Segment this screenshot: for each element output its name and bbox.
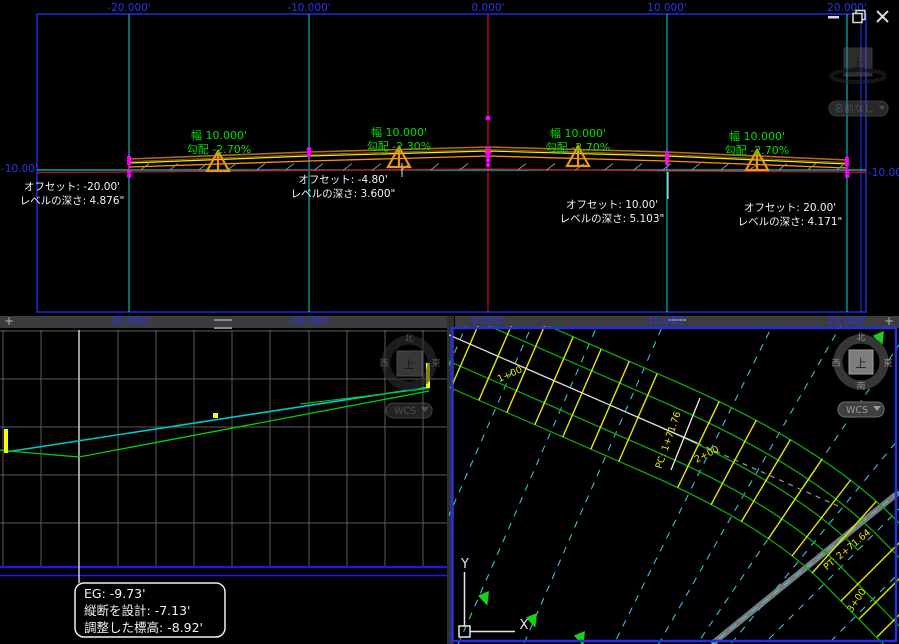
width-label: 幅 10.000' bbox=[729, 130, 785, 143]
slope-label: 勾配 -2.30% bbox=[367, 140, 431, 153]
section-viewcube[interactable]: 上 bbox=[829, 47, 887, 84]
civil3d-section-editor: + + -20.000' -10.000' 0.000' 10.000' 20.… bbox=[0, 0, 899, 644]
viewcube-top-face: 上 bbox=[856, 357, 867, 370]
viewcube-south-label: 南 bbox=[856, 380, 865, 392]
viewcube-north-label: 北 bbox=[404, 333, 413, 344]
depth-label: レベルの深さ: 4.171" bbox=[738, 216, 843, 228]
offset-label: オフセット: 10.00' bbox=[566, 199, 658, 211]
width-label: 幅 10.000' bbox=[550, 127, 606, 140]
ucs-x-label: X bbox=[520, 618, 529, 633]
offset-label: オフセット: -4.80' bbox=[298, 174, 387, 186]
station-label: PC: 1+71.76 bbox=[654, 410, 684, 470]
offset-depth-annotations: オフセット: -20.00' レベルの深さ: 4.876" オフセット: -4.… bbox=[20, 174, 843, 228]
slope-label: 勾配 -2.70% bbox=[546, 141, 610, 154]
ruler-label: -20.000' bbox=[107, 315, 150, 327]
view-selector-label: 名前なし bbox=[834, 102, 874, 115]
viewcube-north-label: 北 bbox=[856, 332, 865, 343]
offset-label: オフセット: 20.00' bbox=[744, 202, 836, 214]
width-label: 幅 10.000' bbox=[371, 126, 427, 139]
station-label: 3+00 bbox=[845, 587, 869, 615]
offset-label: オフセット: -20.00' bbox=[24, 181, 120, 193]
slope-label: 勾配 -2.70% bbox=[725, 144, 789, 157]
ucs-y-label: Y bbox=[460, 557, 469, 572]
label-leader-lines bbox=[401, 163, 669, 199]
ucs-icon: Y X bbox=[458, 557, 529, 638]
elevation-tooltip: EG: -9.73' 縦断を設計: -7.13' 調整した標高: -8.92' bbox=[74, 582, 226, 638]
profile-viewport[interactable]: 上 北 西 東 WCS EG: -9.73' 縦断を設計: -7.13' 調整し… bbox=[0, 328, 448, 644]
viewcube-west-label: 西 bbox=[379, 358, 388, 369]
slope-label: 勾配 -2.70% bbox=[187, 143, 251, 156]
plan-wcs-dropdown[interactable]: WCS bbox=[837, 401, 885, 418]
depth-label: レベルの深さ: 5.103" bbox=[560, 213, 665, 225]
left-elevation-label: -10.00' bbox=[1, 163, 38, 175]
flow-direction-arrows bbox=[477, 331, 884, 644]
ruler-label: 0.000' bbox=[472, 2, 505, 14]
section-viewport[interactable]: -20.000' -10.000' 0.000' 10.000' 20.000'… bbox=[0, 0, 899, 330]
section-frame bbox=[36, 13, 867, 313]
ruler-label: -10.000' bbox=[287, 315, 330, 327]
view-selector-dropdown[interactable]: 名前なし bbox=[828, 100, 889, 117]
alignment-tangent bbox=[449, 334, 839, 507]
section-ruler-top: -20.000' -10.000' 0.000' 10.000' 20.000' bbox=[107, 2, 867, 14]
viewcube-east-label: 東 bbox=[431, 357, 440, 369]
ruler-label: 10.000' bbox=[647, 2, 687, 14]
profile-station-markers[interactable] bbox=[4, 363, 430, 453]
profile-datum-axis bbox=[0, 565, 447, 577]
minimize-button[interactable] bbox=[828, 16, 839, 19]
tooltip-design-value: 縦断を設計: -7.13' bbox=[84, 603, 190, 618]
viewcube-west-label: 西 bbox=[831, 358, 840, 369]
close-button[interactable] bbox=[876, 10, 889, 23]
profile-viewcube[interactable]: 上 北 西 東 bbox=[379, 333, 441, 391]
viewcube-top-face: 上 bbox=[404, 358, 415, 371]
plan-viewcube[interactable]: 上 北 南 西 東 bbox=[831, 332, 892, 392]
ruler-label: -20.000' bbox=[107, 2, 150, 14]
profile-lines bbox=[0, 386, 430, 458]
viewcube-east-label: 東 bbox=[883, 357, 892, 369]
depth-label: レベルの深さ: 4.876" bbox=[20, 195, 125, 207]
tooltip-eg-value: EG: -9.73' bbox=[84, 586, 146, 601]
right-elevation-label: -10.00' bbox=[868, 167, 899, 179]
wcs-label: WCS bbox=[394, 406, 416, 417]
width-label: 幅 10.000' bbox=[191, 129, 247, 142]
next-tangent-line bbox=[710, 489, 899, 644]
ruler-label: -10.000' bbox=[287, 2, 330, 14]
profile-wcs-dropdown[interactable]: WCS bbox=[385, 402, 433, 419]
plan-viewport[interactable]: 1+00 PC: 1+71.76 2+00 PT: 2+71.64 3+00 上… bbox=[449, 326, 899, 644]
tooltip-adjusted-value: 調整した標高: -8.92' bbox=[84, 620, 203, 635]
depth-label: レベルの深さ: 3.600" bbox=[291, 188, 396, 200]
ruler-label: 20.000' bbox=[827, 2, 867, 14]
wcs-label: WCS bbox=[846, 405, 868, 416]
